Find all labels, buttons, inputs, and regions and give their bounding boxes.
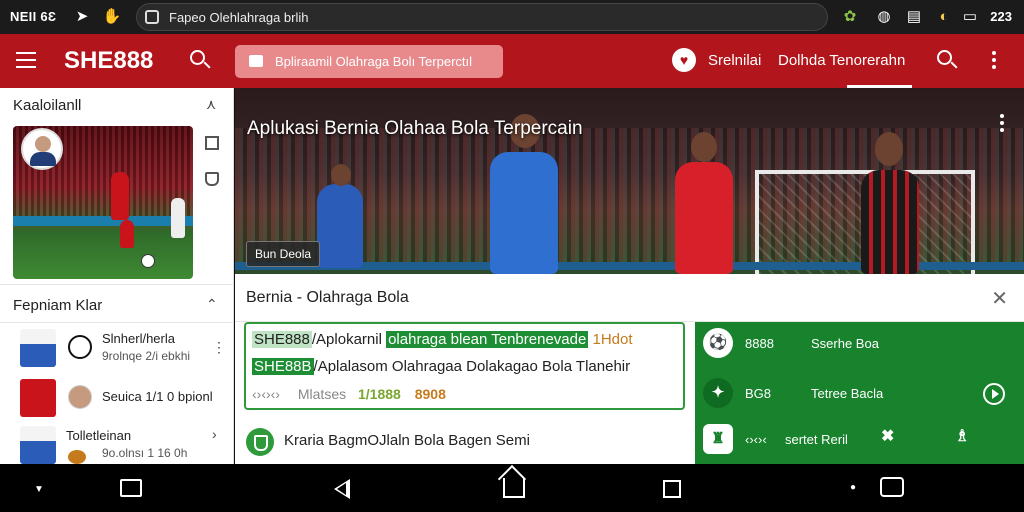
chevron-right-icon[interactable]: ›: [212, 426, 217, 442]
back-icon[interactable]: [334, 479, 350, 499]
promo-line-2: SHE88B/Aplalasom Olahragaa Dolakagao Bol…: [252, 358, 630, 375]
green-side-panel: ⚽ 8888 Sserhe Boa ✦ BG8 Tetree Bacla ♜ ‹…: [695, 322, 1024, 464]
hero-more-icon[interactable]: [1000, 114, 1004, 135]
panel-item-label: Tetree Bacla: [811, 386, 884, 401]
card-header: Bernia - Olahraga Bola ✕: [235, 274, 1024, 322]
app-bar: SHE888 Bpliraamil Olahraga Bolı Terperct…: [0, 34, 1024, 88]
clock-text: 223: [990, 9, 1012, 24]
promo-text-2: /Aplalasom Olahragaa Dolakagao Bola Tlan…: [313, 358, 631, 375]
play-icon[interactable]: [983, 383, 1005, 405]
item-thumbnail: [20, 426, 56, 464]
panel-item-label: Sserhe Boa: [811, 336, 879, 351]
featured-thumbnail[interactable]: [13, 126, 193, 279]
brand-logo[interactable]: SHE888: [64, 47, 153, 75]
list-item[interactable]: Tolletleinan 9o.olnsı 1 16 0h ›: [12, 422, 224, 468]
emoji-icon: [68, 450, 86, 464]
item-subtitle: 9rolnqe 2/i ebkhi: [102, 349, 191, 363]
status-bar: NEII 6Ɛ ➤ ✋ Fapeo Olehlahraga brlih ✿ ◍ …: [0, 0, 1024, 34]
more-menu-icon[interactable]: [992, 51, 996, 72]
hand-icon: ✋: [102, 8, 122, 25]
send-icon: ➤: [75, 8, 89, 25]
promo-box[interactable]: SHE888/Aplokarnil olahraga blean Tenbren…: [244, 322, 685, 410]
android-icon: ✿: [843, 8, 857, 25]
panel-item-3[interactable]: ♜ ‹›‹›‹ sertet Reril: [703, 420, 1023, 460]
panel-item-code: BG8: [745, 386, 772, 401]
avatar: [68, 385, 92, 409]
content-panel: SHE888/Aplokarnil olahraga blean Tenbren…: [235, 322, 695, 464]
sidebar: Kaaloilanll ⋏ Fepniam Klar ⌃ Slnherl/her…: [0, 88, 234, 464]
category-row[interactable]: Kraria BagmOJlaln Bola Bagen Semi: [246, 426, 530, 456]
promo-line-1: SHE888/Aplokarnil olahraga blean Tenbren…: [252, 331, 633, 348]
search-icon[interactable]: [190, 50, 212, 72]
promo-meta-1: ‹›‹›‹›: [252, 386, 280, 402]
search-icon-right[interactable]: [937, 50, 959, 72]
clipboard-icon: ▤: [906, 8, 922, 25]
panel-item-code: 8888: [745, 336, 774, 351]
nav-link-1[interactable]: Srelnilai: [708, 52, 761, 69]
item-title: Slnherl/herla: [102, 331, 175, 346]
star-icon[interactable]: ✖: [881, 426, 894, 446]
more-icon[interactable]: ⋮: [212, 339, 226, 356]
promo-brand-2: SHE88B: [252, 358, 314, 375]
promo-highlight: olahraga blean Tenbrenevade: [386, 331, 589, 348]
promo-tag: 1Hdot: [592, 331, 633, 348]
list-item[interactable]: Seuica 1/1 0 bpionl: [12, 375, 224, 421]
menu-icon[interactable]: [16, 52, 36, 68]
screenshot-icon[interactable]: [120, 479, 142, 497]
bag-icon: [249, 55, 263, 67]
tab-icon: [145, 10, 159, 24]
sidebar-section2-title: Fepniam Klar: [13, 297, 103, 314]
hero-title: Aplukasi Bernia Olahaa Bola Terpercain: [247, 118, 583, 139]
system-nav-bar: ▼ ●: [0, 464, 1024, 512]
category-label: Kraria BagmOJlaln Bola Bagen Semi: [284, 432, 530, 449]
checkbox-icon[interactable]: [205, 136, 219, 150]
home-icon[interactable]: [503, 478, 525, 498]
channel-icon: [68, 335, 92, 359]
hero-banner[interactable]: Aplukasi Bernia Olahaa Bola Terpercain B…: [235, 88, 1024, 274]
trophy-icon[interactable]: ♗: [955, 426, 969, 446]
shield-icon: [246, 428, 274, 456]
soccer-icon: ⚽: [703, 328, 733, 358]
promo-text: /Aplokarnil: [311, 331, 382, 348]
chat-icon[interactable]: ♥: [672, 48, 696, 72]
sidebar-section-title: Kaaloilanll: [13, 97, 82, 114]
item-title: Tolletleinan: [66, 428, 132, 443]
promo-brand: SHE888: [252, 331, 312, 348]
url-text: Fapeo Olehlahraga brlih: [169, 10, 309, 25]
list-item[interactable]: Slnherl/herla 9rolnqe 2/i ebkhi ⋮: [12, 325, 226, 371]
app-pill-label: Bpliraamil Olahraga Bolı Terperctıl: [275, 54, 473, 69]
keyboard-icon[interactable]: [880, 477, 904, 497]
promo-line-3: ‹›‹›‹› Mlatses 1/1888 8908: [252, 386, 446, 402]
item-title: Seuica 1/1 0 bpionl: [102, 389, 213, 404]
item-subtitle: 9o.olnsı 1 16 0h: [102, 446, 188, 460]
promo-meta-2: Mlatses: [297, 386, 347, 402]
carrier-text: NEII 6Ɛ: [10, 9, 57, 24]
recents-icon[interactable]: [663, 480, 681, 498]
chat-bubble-icon: ◍: [877, 8, 891, 25]
hero-badge[interactable]: Bun Deola: [246, 241, 321, 267]
card-title: Bernia - Olahraga Bola: [246, 289, 409, 306]
item-thumbnail: [20, 329, 56, 367]
chevron-up-icon[interactable]: ⌃: [206, 296, 218, 313]
chevron-down-icon[interactable]: ▼: [34, 484, 44, 495]
collapse-icon[interactable]: ⋏: [206, 96, 216, 113]
promo-meta-3: 1/1888: [358, 386, 401, 402]
panel-item-label: sertet Reril: [785, 432, 848, 447]
promo-meta-4: 8908: [414, 386, 446, 402]
avatar: [21, 128, 63, 170]
bookmark-icon[interactable]: [205, 172, 219, 186]
runner-icon: ✦: [703, 378, 733, 408]
app-download-pill[interactable]: Bpliraamil Olahraga Bolı Terperctıl: [235, 45, 503, 78]
battery-icon: ▭: [962, 8, 978, 25]
panel-item-2[interactable]: ✦ BG8 Tetree Bacla: [703, 374, 1023, 414]
panel-item-1[interactable]: ⚽ 8888 Sserhe Boa: [703, 324, 1023, 364]
item-thumbnail: [20, 379, 56, 417]
sound-icon: ◐: [939, 8, 949, 25]
url-bar[interactable]: Fapeo Olehlahraga brlih: [136, 3, 828, 31]
nav-link-2[interactable]: Dolhda Tenorerahn: [778, 52, 905, 69]
panel-item-code: ‹›‹›‹: [745, 432, 767, 447]
dot-icon: ●: [850, 482, 857, 493]
close-icon[interactable]: ✕: [991, 286, 1008, 311]
shirt-icon: ♜: [703, 424, 733, 454]
